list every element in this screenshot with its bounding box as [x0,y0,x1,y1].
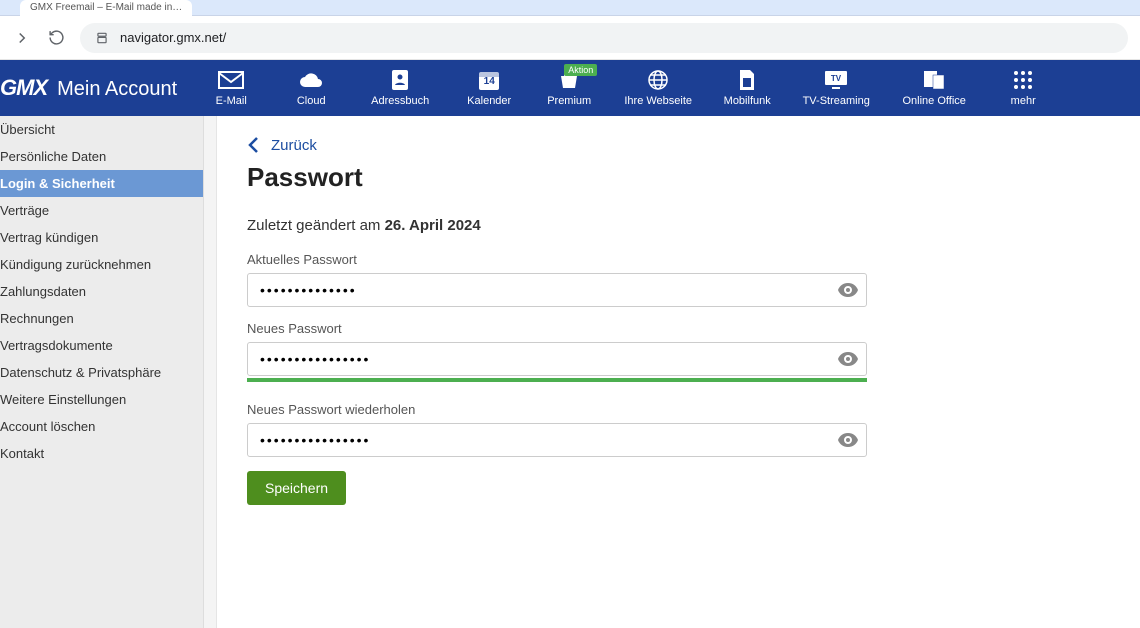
nav-more[interactable]: mehr [983,60,1063,116]
addressbook-icon [387,69,413,91]
calendar-icon: 14 [476,69,502,91]
sidebar-item-undo-cancel[interactable]: Kündigung zurücknehmen [0,251,203,278]
field-repeat-password: Neues Passwort wiederholen [247,402,867,457]
browser-toolbar: navigator.gmx.net/ [0,16,1140,60]
nav-addressbook[interactable]: Adressbuch [351,60,449,116]
back-link[interactable]: Zurück [247,136,317,154]
nav-label: Kalender [467,95,511,107]
label-repeat-password: Neues Passwort wiederholen [247,402,867,417]
sidebar-item-payment[interactable]: Zahlungsdaten [0,278,203,305]
nav-label: mehr [1011,95,1036,107]
nav-calendar[interactable]: 14 Kalender [449,60,529,116]
changed-prefix: Zuletzt geändert am [247,217,385,234]
nav-label: Cloud [297,95,326,107]
sidebar-item-invoices[interactable]: Rechnungen [0,305,203,332]
brand-subtitle: Mein Account [57,78,177,101]
cloud-icon [298,69,324,91]
globe-icon [645,69,671,91]
sim-icon [734,69,760,91]
address-bar[interactable]: navigator.gmx.net/ [80,23,1128,53]
nav-mobilfunk[interactable]: Mobilfunk [707,60,787,116]
sidebar-item-delete-account[interactable]: Account löschen [0,413,203,440]
tv-icon: TV [823,69,849,91]
sidebar-item-cancel[interactable]: Vertrag kündigen [0,224,203,251]
changed-date: 26. April 2024 [385,217,481,234]
nav-office[interactable]: Online Office [885,60,983,116]
main-content: Zurück Passwort Zuletzt geändert am 26. … [216,116,1140,628]
aktion-badge: Aktion [564,64,597,76]
reload-icon[interactable] [46,28,66,48]
page-title: Passwort [247,162,1100,193]
brand: GMX Mein Account [0,75,191,101]
top-nav: GMX Mein Account E-Mail Cloud Adressbuch [0,60,1140,116]
brand-logo: GMX [0,75,47,101]
nav-label: Adressbuch [371,95,429,107]
office-icon [921,69,947,91]
input-current-password[interactable] [247,273,867,307]
sidebar: Übersicht Persönliche Daten Login & Sich… [0,116,204,628]
browser-tab-strip: GMX Freemail – E-Mail made in… [0,0,1140,16]
tab-title: GMX Freemail – E-Mail made in… [30,2,182,13]
sidebar-item-more-settings[interactable]: Weitere Einstellungen [0,386,203,413]
input-new-password[interactable] [247,342,867,376]
forward-icon[interactable] [12,28,32,48]
nav-label: Ihre Webseite [624,95,692,107]
nav-email[interactable]: E-Mail [191,60,271,116]
field-current-password: Aktuelles Passwort [247,252,867,307]
eye-icon[interactable] [837,429,859,451]
nav-cloud[interactable]: Cloud [271,60,351,116]
nav-label: TV-Streaming [803,95,870,107]
eye-icon[interactable] [837,348,859,370]
save-button[interactable]: Speichern [247,471,346,505]
sidebar-item-privacy[interactable]: Datenschutz & Privatsphäre [0,359,203,386]
sidebar-item-security[interactable]: Login & Sicherheit [0,170,203,197]
field-new-password: Neues Passwort [247,321,867,376]
svg-text:TV: TV [831,74,842,83]
nav-label: Mobilfunk [724,95,771,107]
url-text: navigator.gmx.net/ [120,30,226,45]
nav-tv[interactable]: TV TV-Streaming [787,60,885,116]
sidebar-item-overview[interactable]: Übersicht [0,116,203,143]
nav-label: Premium [547,95,591,107]
password-strength-bar [247,378,867,382]
grid-icon [1010,69,1036,91]
mail-icon [218,69,244,91]
label-new-password: Neues Passwort [247,321,867,336]
sidebar-item-personal[interactable]: Persönliche Daten [0,143,203,170]
sidebar-item-documents[interactable]: Vertragsdokumente [0,332,203,359]
last-changed-line: Zuletzt geändert am 26. April 2024 [247,217,1100,234]
nav-label: Online Office [903,95,966,107]
nav-premium[interactable]: Aktion Premium [529,60,609,116]
back-label: Zurück [271,137,317,154]
nav-items: E-Mail Cloud Adressbuch 14 Kalender Akti… [191,60,1063,116]
label-current-password: Aktuelles Passwort [247,252,867,267]
eye-icon[interactable] [837,279,859,301]
chevron-left-icon [247,136,261,154]
calendar-day: 14 [484,76,495,87]
nav-website[interactable]: Ihre Webseite [609,60,707,116]
nav-label: E-Mail [216,95,247,107]
sidebar-item-contracts[interactable]: Verträge [0,197,203,224]
browser-tab[interactable]: GMX Freemail – E-Mail made in… [20,0,192,16]
sidebar-item-contact[interactable]: Kontakt [0,440,203,467]
site-info-icon[interactable] [94,30,110,46]
input-repeat-password[interactable] [247,423,867,457]
